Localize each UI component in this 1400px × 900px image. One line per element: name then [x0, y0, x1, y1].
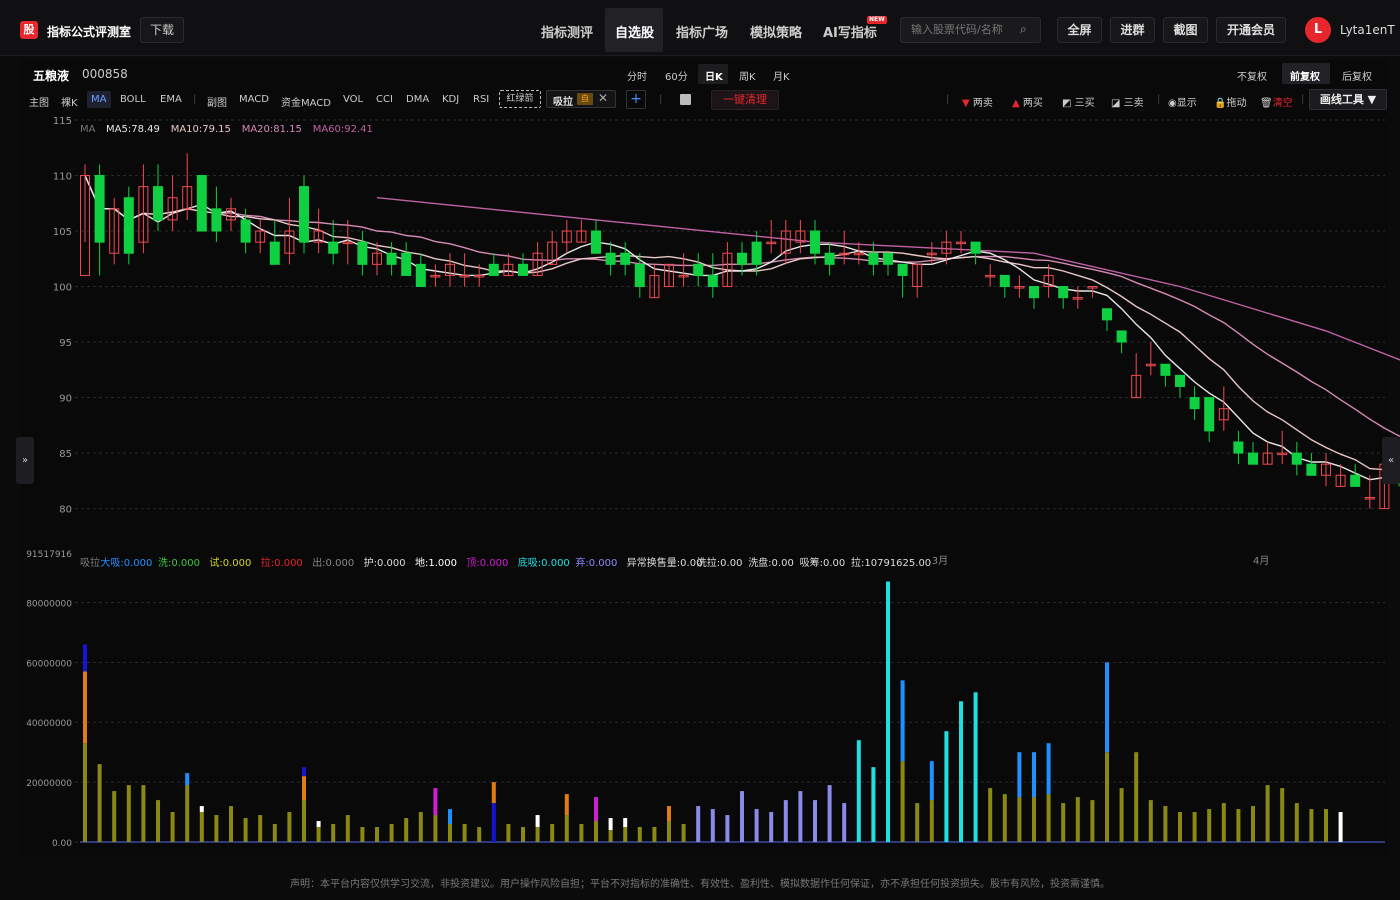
sell-three-button[interactable]: ◪ 三卖 [1111, 94, 1144, 109]
toolbar-divider: | [659, 94, 663, 105]
indicator-ema[interactable]: EMA [160, 94, 182, 105]
nav-ai-indicator[interactable]: AI写指标 [823, 22, 877, 41]
indicator-naked-k[interactable]: 裸K [61, 94, 78, 109]
disclaimer: 声明：本平台内容仅供学习交流，非投资建议。用户操作风险自担；平台不对指标的准确性… [290, 879, 1110, 890]
period-intraday[interactable]: 分时 [627, 68, 647, 83]
line-icon: ◪ [1111, 98, 1121, 109]
period-60min[interactable]: 60分 [665, 68, 688, 83]
indicator-kdj[interactable]: KDJ [442, 94, 459, 105]
left-panel-toggle[interactable]: » [16, 437, 34, 484]
period-weekly[interactable]: 周K [739, 68, 756, 83]
nav-indicator-square[interactable]: 指标广场 [676, 22, 728, 41]
nav-sim-strategy[interactable]: 模拟策略 [750, 22, 802, 41]
toolbar-divider: | [946, 94, 950, 105]
nav-indicator-test[interactable]: 指标测评 [541, 22, 593, 41]
show-toggle[interactable]: ◉显示 [1168, 94, 1197, 109]
nav-watchlist[interactable]: 自选股 [615, 22, 654, 41]
indicator-ma[interactable]: MA [91, 94, 106, 105]
adjust-forward[interactable]: 前复权 [1290, 68, 1320, 83]
down-triangle-icon: ▼ [962, 98, 970, 109]
up-triangle-icon: ▲ [1012, 98, 1020, 109]
indicator-dma[interactable]: DMA [406, 94, 429, 105]
toolbar-divider: | [1157, 94, 1161, 105]
app-logo: 股 [20, 21, 38, 39]
right-panel-toggle[interactable]: « [1382, 437, 1400, 484]
indicator-red-green-arrow[interactable]: 红绿箭 [499, 90, 541, 108]
buy-two-button[interactable]: ▲ 两买 [1012, 94, 1043, 109]
indicator-macd[interactable]: MACD [239, 94, 269, 105]
download-button[interactable]: 下载 [140, 17, 184, 43]
trash-icon: 🗑 [1260, 98, 1273, 109]
xila-label: 吸拉 [553, 97, 573, 108]
stock-code: 000858 [82, 67, 128, 81]
close-icon[interactable]: ✕ [598, 91, 608, 105]
period-monthly[interactable]: 月K [773, 68, 790, 83]
save-icon[interactable] [680, 94, 691, 105]
membership-button[interactable]: 开通会员 [1216, 17, 1286, 43]
add-indicator-button[interactable]: + [626, 90, 646, 109]
lock-icon: 🔒 [1214, 98, 1227, 109]
clear-drawings-button[interactable]: 🗑清空 [1260, 94, 1293, 109]
app-title: 指标公式评测室 [47, 25, 132, 39]
eye-icon: ◉ [1168, 98, 1177, 109]
drawing-tools-dropdown[interactable]: 画线工具 ▼ [1309, 89, 1387, 110]
join-group-button[interactable]: 进群 [1110, 17, 1155, 43]
sell-two-button[interactable]: ▼ 两卖 [962, 94, 993, 109]
new-badge: NEW [867, 16, 887, 24]
indicator-rsi[interactable]: RSI [473, 94, 489, 105]
period-daily[interactable]: 日K [705, 68, 723, 83]
chart-panel [20, 60, 1388, 856]
adjust-none[interactable]: 不复权 [1237, 68, 1267, 83]
one-click-clear-button[interactable]: 一键清理 [711, 90, 779, 110]
fullscreen-button[interactable]: 全屏 [1057, 17, 1102, 43]
toolbar-divider: | [193, 94, 197, 105]
stock-name: 五粮液 [33, 69, 70, 83]
search-icon[interactable]: ⌕ [1020, 22, 1027, 37]
indicator-cci[interactable]: CCI [376, 94, 393, 105]
screenshot-button[interactable]: 截图 [1163, 17, 1208, 43]
buy-three-button[interactable]: ◩ 三买 [1062, 94, 1095, 109]
adjust-backward[interactable]: 后复权 [1342, 68, 1372, 83]
toolbar-divider: | [1301, 94, 1305, 105]
main-chart-label: 主图 [29, 98, 49, 109]
username[interactable]: Lyta1enT [1340, 23, 1395, 37]
xila-custom-tag: 自 [577, 93, 593, 105]
indicator-boll[interactable]: BOLL [120, 94, 146, 105]
line-icon: ◩ [1062, 98, 1072, 109]
drag-toggle[interactable]: 🔒拖动 [1214, 94, 1246, 109]
indicator-vol[interactable]: VOL [343, 94, 363, 105]
avatar[interactable]: L [1305, 17, 1331, 43]
sub-chart-label: 副图 [207, 98, 227, 109]
indicator-fund-macd[interactable]: 资金MACD [281, 94, 331, 109]
